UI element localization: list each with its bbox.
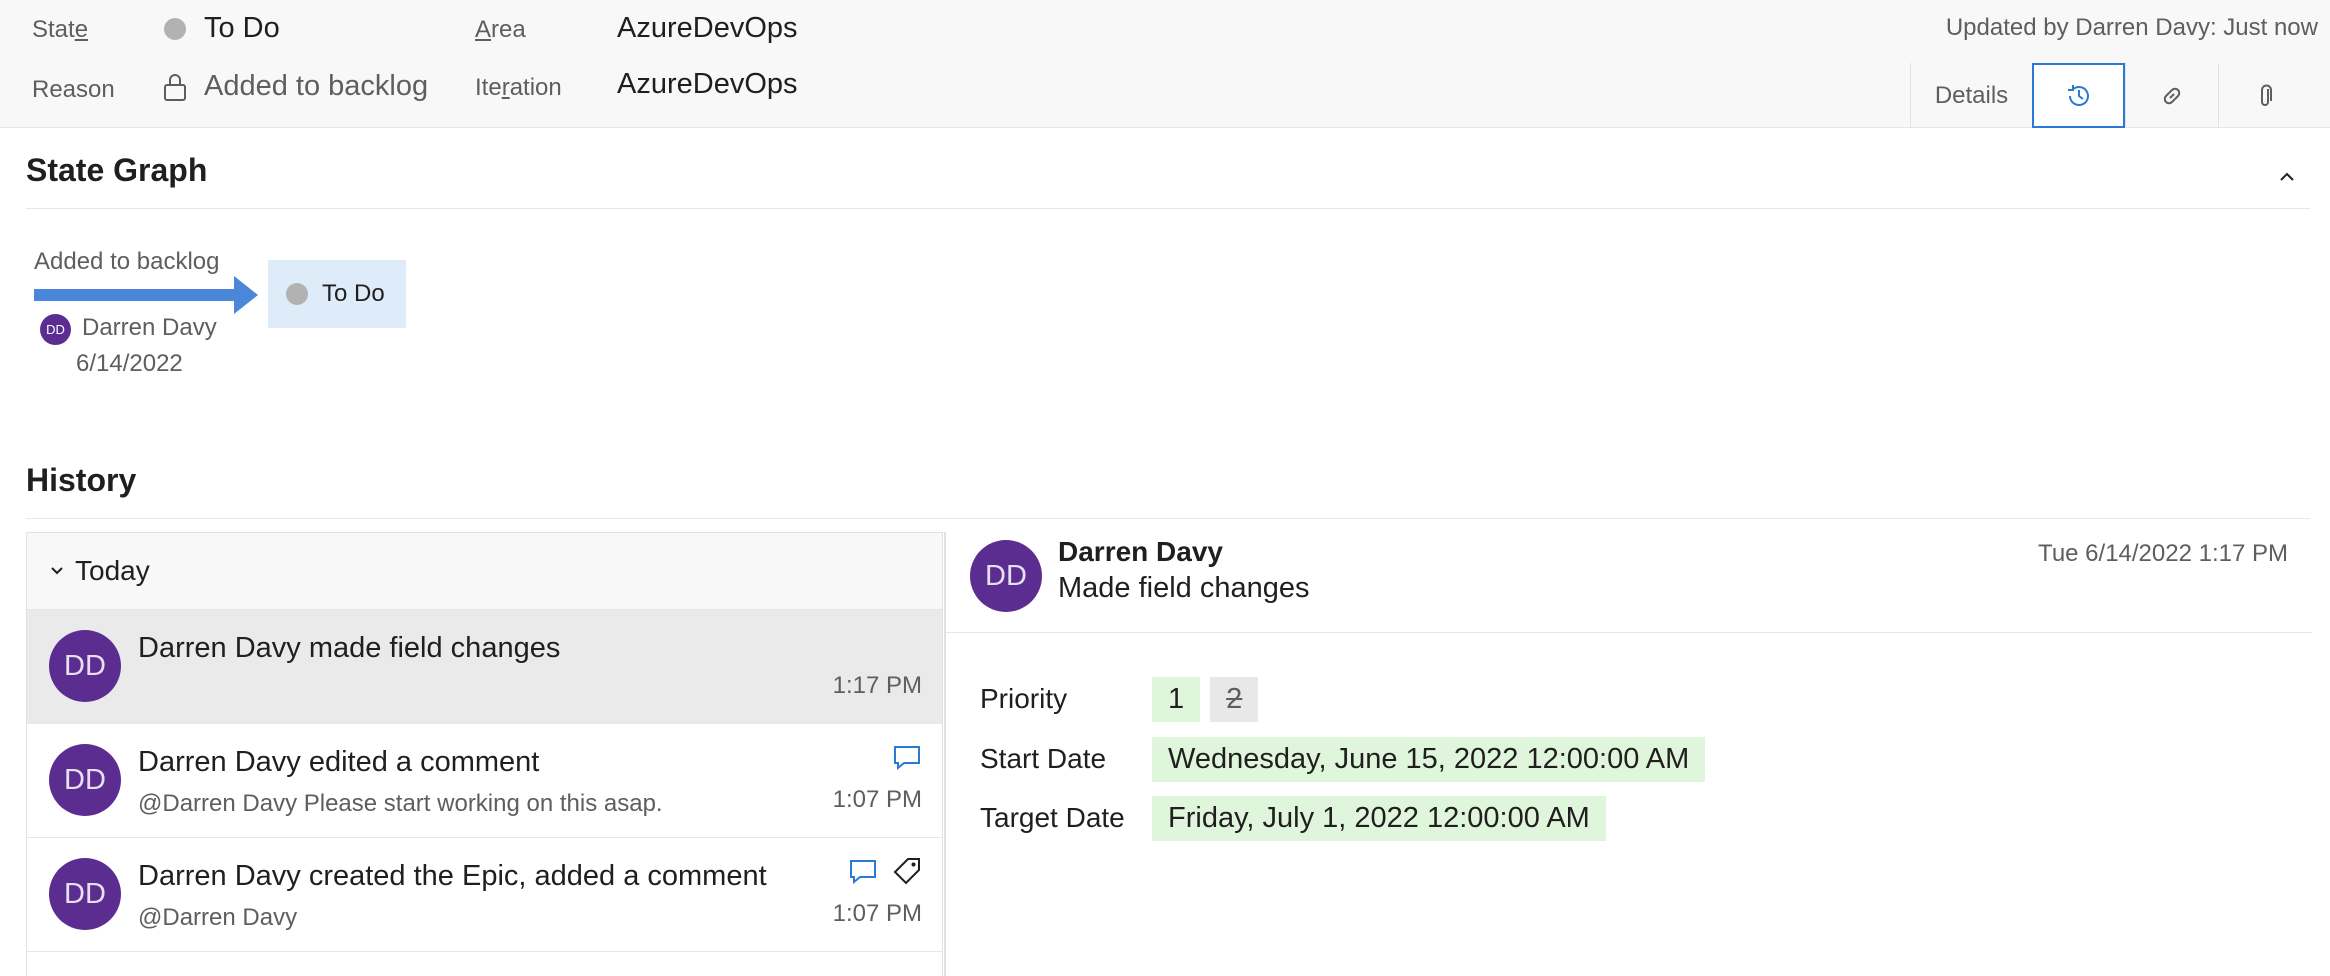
state-graph-node: To Do	[268, 260, 406, 328]
avatar: DD	[970, 540, 1042, 612]
updated-by-text: Updated by Darren Davy: Just now	[1945, 14, 2318, 41]
transition-user: Darren Davy	[82, 314, 217, 341]
change-old-value: 2	[1210, 676, 1259, 722]
change-row-start-date: Start Date Wednesday, June 15, 2022 12:0…	[980, 734, 1715, 784]
tab-history[interactable]	[2032, 63, 2125, 128]
link-icon	[2163, 87, 2181, 104]
work-item-tabs: Details	[1910, 63, 2311, 128]
reason-value: Added to backlog	[204, 70, 429, 102]
chevron-up-icon[interactable]	[2276, 166, 2298, 188]
state-value[interactable]: To Do	[204, 12, 280, 45]
area-label: Area	[475, 16, 526, 43]
comment-icon	[894, 746, 920, 771]
change-row-priority: Priority 1 2	[980, 674, 1259, 724]
area-value[interactable]: AzureDevOps	[617, 12, 798, 45]
state-graph-title: State Graph	[26, 152, 208, 188]
history-item-subtitle: @Darren Davy	[138, 904, 298, 931]
history-group-label: Today	[75, 555, 150, 586]
change-field-label: Priority	[980, 683, 1068, 714]
state-graph-divider	[26, 208, 2310, 209]
history-item-title: Darren Davy edited a comment	[138, 746, 540, 778]
history-item-subtitle: @Darren Davy Please start working on thi…	[138, 790, 663, 817]
history-item-time: 1:17 PM	[832, 672, 922, 699]
avatar: DD	[40, 314, 71, 345]
change-field-label: Start Date	[980, 743, 1107, 774]
chevron-down-icon	[51, 567, 63, 575]
comment-icon	[850, 860, 876, 885]
detail-user-name: Darren Davy	[1058, 536, 1223, 567]
history-list: Today DD Darren Davy made field changes …	[26, 532, 943, 976]
avatar: DD	[49, 744, 121, 816]
state-dot-icon	[164, 18, 186, 40]
state-label: State	[32, 16, 89, 43]
change-new-value: Wednesday, June 15, 2022 12:00:00 AM	[1152, 736, 1706, 782]
change-new-value: Friday, July 1, 2022 12:00:00 AM	[1152, 795, 1606, 841]
history-item[interactable]: DD Darren Davy edited a comment @Darren …	[27, 724, 942, 838]
state-graph-node-label: To Do	[322, 280, 385, 307]
transition-date: 6/14/2022	[76, 350, 183, 377]
reason-label: Reason	[32, 76, 115, 103]
detail-divider	[946, 632, 2312, 633]
tab-attachments[interactable]	[2218, 63, 2311, 128]
transition-arrow	[34, 276, 258, 314]
transition-reason: Added to backlog	[34, 248, 220, 275]
lock-icon	[164, 74, 186, 101]
history-item[interactable]: DD Darren Davy made field changes 1:17 P…	[27, 610, 942, 724]
state-dot-icon	[286, 283, 308, 305]
detail-action: Made field changes	[1058, 572, 1310, 604]
tab-details[interactable]: Details	[1910, 63, 2032, 128]
iteration-value[interactable]: AzureDevOps	[617, 68, 798, 101]
history-item-time: 1:07 PM	[832, 900, 922, 927]
history-item-icons	[892, 742, 922, 772]
history-item-title: Darren Davy created the Epic, added a co…	[138, 860, 767, 892]
history-title: History	[26, 462, 137, 498]
change-row-target-date: Target Date Friday, July 1, 2022 12:00:0…	[980, 793, 1616, 843]
iteration-label: Iteration	[475, 74, 562, 101]
change-new-value: 1	[1152, 676, 1201, 722]
history-item[interactable]: DD Darren Davy created the Epic, added a…	[27, 838, 942, 952]
avatar: DD	[49, 858, 121, 930]
work-item-header: State To Do Reason Added to backlog Area…	[0, 0, 2330, 128]
avatar: DD	[49, 630, 121, 702]
history-item-title: Darren Davy made field changes	[138, 632, 561, 664]
history-icon	[2067, 84, 2089, 106]
history-detail-pane: DD Darren Davy Made field changes Tue 6/…	[944, 532, 2312, 976]
history-item-time: 1:07 PM	[832, 786, 922, 813]
tab-links[interactable]	[2125, 63, 2218, 128]
history-item-icons	[848, 856, 922, 886]
tag-icon	[893, 858, 920, 885]
history-divider	[26, 518, 2310, 519]
history-group-today[interactable]: Today	[27, 533, 942, 610]
change-field-label: Target Date	[980, 802, 1125, 833]
paperclip-icon	[2261, 84, 2272, 106]
detail-date: Tue 6/14/2022 1:17 PM	[2038, 540, 2288, 567]
